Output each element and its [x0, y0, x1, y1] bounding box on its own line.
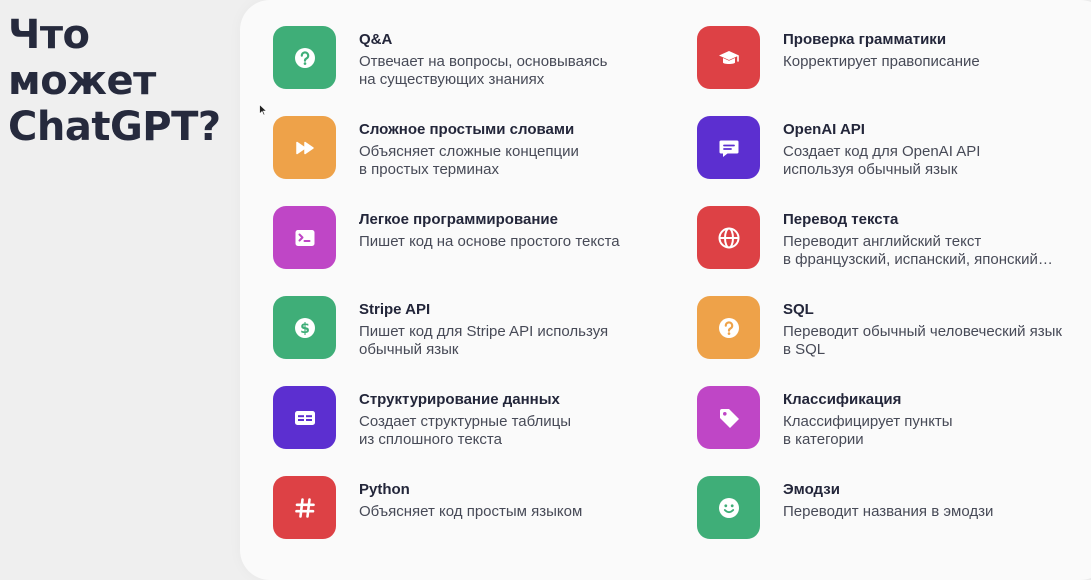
feature-item: SQL Переводит обычный человеческий язык в … [697, 296, 1077, 360]
feature-item: Проверка грамматики Корректирует правопис… [697, 26, 1077, 90]
feature-description-line: Отвечает на вопросы, основываясь [359, 53, 608, 70]
feature-icon-tile [273, 476, 336, 539]
feature-icon-tile [697, 476, 760, 539]
feature-item: Структурирование данных Создает структурн… [273, 386, 653, 450]
feature-icon-tile [273, 386, 336, 449]
feature-description-line: Переводит названия в эмодзи [783, 503, 994, 520]
feature-description: Классифицирует пункты в категории [783, 413, 953, 449]
feature-icon-tile [697, 116, 760, 179]
feature-item: OpenAI API Создает код для OpenAI API испо… [697, 116, 1077, 180]
feature-item: Классификация Классифицирует пункты в кате… [697, 386, 1077, 450]
fast-forward-icon [295, 141, 314, 154]
tag-icon [719, 408, 739, 428]
smiley-icon [718, 497, 739, 518]
svg-text:$: $ [300, 321, 310, 337]
feature-description: Переводит названия в эмодзи [783, 503, 993, 521]
feature-title: Сложное простыми словами [359, 121, 575, 138]
feature-item: Python Объясняет код простым языком [273, 476, 653, 540]
feature-description-line: обычный язык [359, 341, 459, 358]
feature-item: Q&A Отвечает на вопросы, основываясь на су… [273, 26, 653, 90]
dollar-icon: $ [294, 317, 315, 338]
feature-item: Эмодзи Переводит названия в эмодзи [697, 476, 1077, 540]
feature-description: Отвечает на вопросы, основываясь на сущес… [359, 53, 607, 89]
page-title: Что может ChatGPT? [8, 12, 221, 150]
hashtag-icon [294, 497, 315, 518]
feature-description-line: Создает код для OpenAI API [783, 143, 981, 160]
chat-bubble-icon [719, 140, 738, 157]
feature-description-line: в SQL [783, 341, 826, 358]
graduation-cap-icon [718, 50, 739, 64]
feature-item: Легкое программирование Пишет код на осно… [273, 206, 653, 270]
feature-description: Создает структурные таблицы из сплошного … [359, 413, 571, 449]
feature-title: Структурирование данных [359, 391, 560, 408]
page-title-line: ChatGPT? [8, 104, 221, 150]
feature-description: Объясняет сложные концепции в простых тер… [359, 143, 579, 179]
feature-icon-tile [273, 116, 336, 179]
feature-title: Классификация [783, 391, 902, 408]
feature-description-line: на существующих знаниях [359, 71, 545, 88]
feature-icon-tile [697, 386, 760, 449]
feature-icon-tile: $ [273, 296, 336, 359]
globe-icon [718, 227, 739, 248]
feature-description-line: из сплошного текста [359, 431, 502, 448]
terminal-icon [295, 229, 314, 246]
feature-item: $ Stripe API Пишет код для Stripe API испо… [273, 296, 653, 360]
feature-description: Пишет код для Stripe API используя обычны… [359, 323, 608, 359]
feature-description-line: используя обычный язык [783, 161, 958, 178]
feature-description-line: Объясняет код простым языком [359, 503, 583, 520]
feature-title: Легкое программирование [359, 211, 558, 228]
feature-item: Перевод текста Переводит английский текст… [697, 206, 1077, 270]
feature-description: Объясняет код простым языком [359, 503, 582, 521]
feature-description-line: Переводит обычный человеческий язык [783, 323, 1062, 340]
feature-description-line: в простых терминах [359, 161, 499, 178]
feature-item: Сложное простыми словами Объясняет сложны… [273, 116, 653, 180]
feature-title: Перевод текста [783, 211, 899, 228]
feature-description: Пишет код на основе простого текста [359, 233, 620, 251]
feature-description-line: Объясняет сложные концепции [359, 143, 579, 160]
question-icon [294, 47, 315, 68]
table-icon [294, 410, 315, 425]
feature-description-line: Переводит английский текст [783, 233, 982, 250]
feature-title: Stripe API [359, 301, 431, 318]
feature-description: Создает код для OpenAI API используя обыч… [783, 143, 980, 179]
feature-title: SQL [783, 301, 814, 318]
feature-description: Корректирует правописание [783, 53, 980, 71]
feature-description-line: в категории [783, 431, 864, 448]
feature-title: OpenAI API [783, 121, 865, 138]
question-icon [718, 317, 739, 338]
feature-icon-tile [697, 296, 760, 359]
feature-description-line: Пишет код для Stripe API используя [359, 323, 609, 340]
feature-description: Переводит обычный человеческий язык в SQL [783, 323, 1062, 359]
feature-icon-tile [273, 206, 336, 269]
page-title-line: может [8, 58, 156, 104]
mouse-cursor-icon [259, 104, 267, 116]
feature-icon-tile [697, 206, 760, 269]
feature-description-line: Пишет код на основе простого текста [359, 233, 620, 250]
feature-description-line: Классифицирует пункты [783, 413, 953, 430]
feature-description: Переводит английский текст в французский,… [783, 233, 1053, 269]
feature-icon-tile [273, 26, 336, 89]
feature-icon-tile [697, 26, 760, 89]
feature-description-line: Корректирует правописание [783, 53, 980, 70]
feature-title: Q&A [359, 31, 393, 48]
feature-title: Python [359, 481, 410, 498]
feature-title: Проверка грамматики [783, 31, 947, 48]
feature-title: Эмодзи [783, 481, 840, 498]
page-title-line: Что [8, 12, 90, 58]
feature-description-line: Создает структурные таблицы [359, 413, 572, 430]
feature-description-line: в французский, испанский, японский… [783, 251, 1053, 268]
